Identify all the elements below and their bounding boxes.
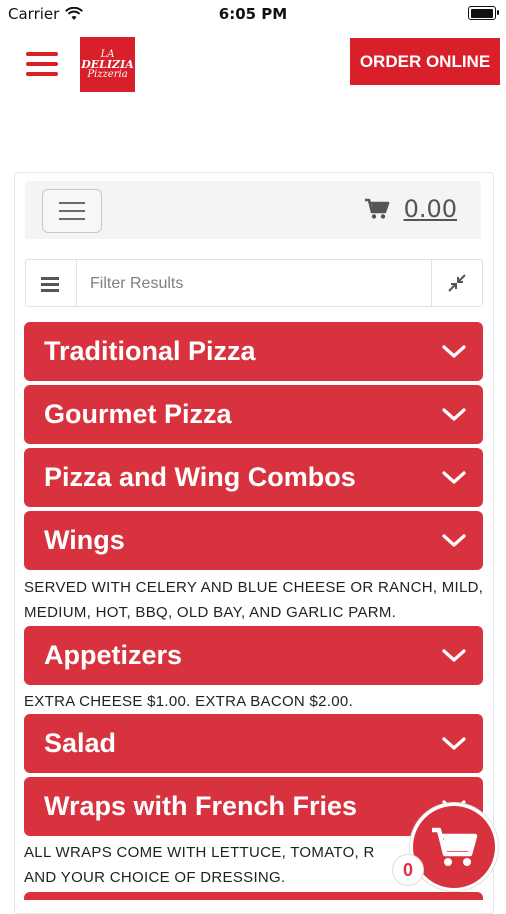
- category-label: Appetizers: [44, 640, 183, 670]
- chevron-down-icon: [442, 407, 466, 421]
- collapse-all-button[interactable]: [431, 260, 482, 306]
- category-wings[interactable]: Wings: [24, 511, 483, 570]
- category-appetizers[interactable]: Appetizers: [24, 626, 483, 685]
- category-label: Salad: [44, 728, 117, 758]
- chevron-down-icon: [442, 533, 466, 547]
- order-online-button[interactable]: ORDER ONLINE: [350, 38, 500, 85]
- cart-count-badge: 0: [392, 854, 424, 886]
- category-label: Traditional Pizza: [44, 336, 256, 366]
- navbar-toggle-button[interactable]: [42, 189, 102, 233]
- app-header: LA DELIZIA Pizzeria ORDER ONLINE: [0, 28, 506, 98]
- category-salad[interactable]: Salad: [24, 714, 483, 773]
- cart-summary[interactable]: 0.00: [364, 195, 457, 223]
- chevron-down-icon: [442, 470, 466, 484]
- category-description-wraps: ALL WRAPS COME WITH LETTUCE, TOMATO, R A…: [24, 844, 375, 886]
- category-label: Pizza and Wing Combos: [44, 462, 356, 492]
- chevron-down-icon: [442, 648, 466, 662]
- cart-icon: [364, 198, 389, 219]
- category-label: Wraps with French Fries: [44, 791, 358, 821]
- clock: 6:05 PM: [218, 5, 288, 23]
- category-pizza-wing-combos[interactable]: Pizza and Wing Combos: [24, 448, 483, 507]
- status-bar: Carrier 6:05 PM: [0, 0, 506, 28]
- category-traditional-pizza[interactable]: Traditional Pizza: [24, 322, 483, 381]
- category-description-wings: SERVED WITH CELERY AND BLUE CHEESE OR RA…: [24, 579, 484, 621]
- filter-results-input[interactable]: [88, 270, 422, 298]
- logo-text-middle: DELIZIA: [81, 57, 134, 71]
- filter-bar: [25, 259, 483, 307]
- main-menu-button[interactable]: [26, 52, 58, 76]
- menu-toolbar: 0.00: [25, 181, 481, 239]
- category-description-appetizers: EXTRA CHEESE $1.00. EXTRA BACON $2.00.: [24, 693, 354, 710]
- collapse-arrows-icon: [448, 274, 466, 292]
- chevron-down-icon: [442, 344, 466, 358]
- cart-total[interactable]: 0.00: [404, 195, 457, 223]
- battery-icon: [468, 6, 499, 20]
- chevron-down-icon: [442, 736, 466, 750]
- logo-text-bottom: Pizzeria: [87, 68, 128, 80]
- category-label: Wings: [44, 525, 125, 555]
- shopping-cart-icon: [432, 827, 478, 866]
- restaurant-logo[interactable]: LA DELIZIA Pizzeria: [80, 37, 135, 92]
- floating-cart-button[interactable]: [410, 803, 498, 891]
- filter-menu-button[interactable]: [26, 260, 77, 306]
- category-gourmet-pizza[interactable]: Gourmet Pizza: [24, 385, 483, 444]
- category-label: Gourmet Pizza: [44, 399, 232, 429]
- category-next-partial[interactable]: [24, 892, 483, 900]
